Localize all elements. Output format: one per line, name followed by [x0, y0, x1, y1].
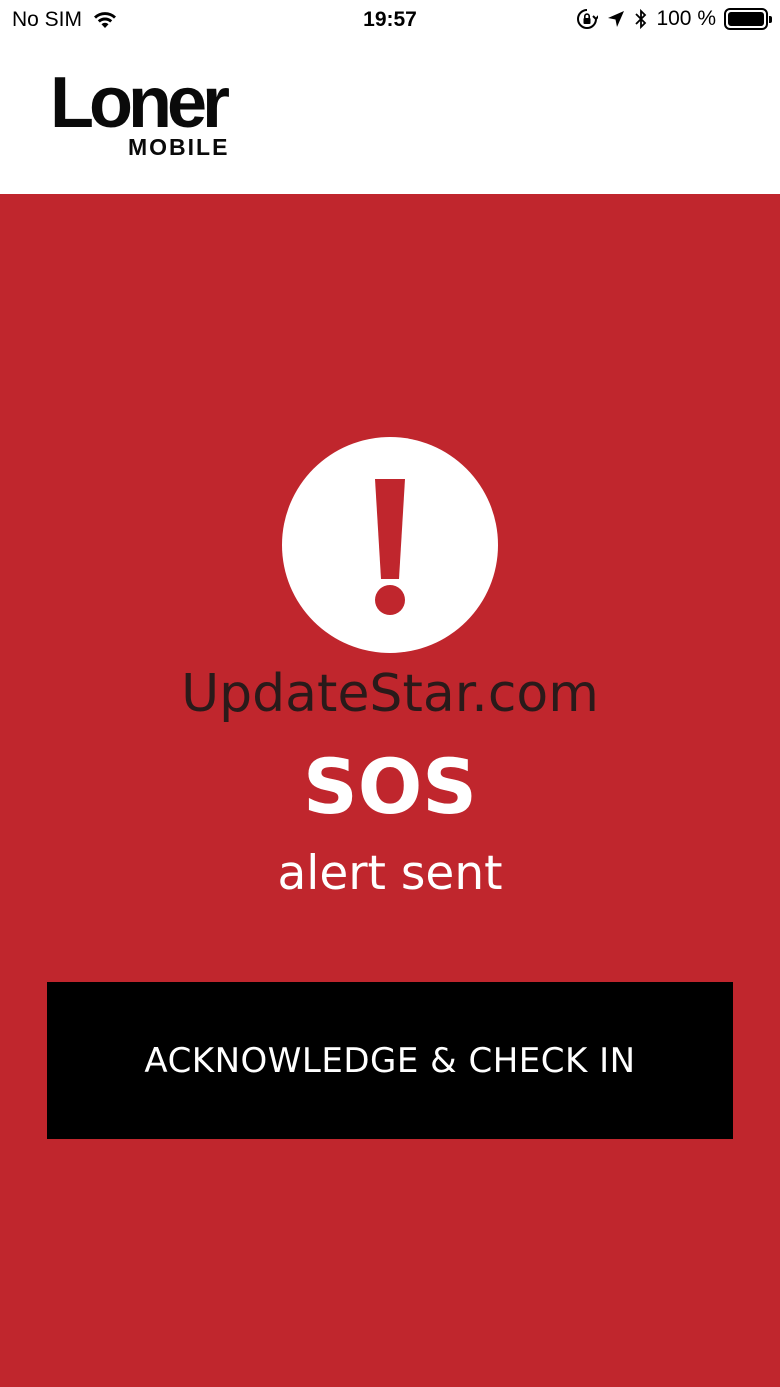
location-arrow-icon: [606, 9, 626, 29]
logo-main-text: Loner: [50, 63, 230, 143]
alert-panel: UpdateStar.com SOS alert sent ACKNOWLEDG…: [0, 194, 780, 1387]
acknowledge-check-in-button[interactable]: ACKNOWLEDGE & CHECK IN: [47, 982, 733, 1139]
battery-tip: [769, 16, 772, 23]
status-right: 100 %: [576, 7, 772, 31]
sos-title: SOS: [302, 742, 478, 831]
bluetooth-icon: [634, 8, 648, 30]
battery-icon: [724, 8, 772, 30]
watermark-text: UpdateStar.com: [181, 664, 599, 724]
app-header: Loner MOBILE: [0, 40, 780, 194]
sos-subtitle: alert sent: [277, 846, 503, 901]
status-bar: No SIM 19:57 100 %: [0, 0, 780, 40]
loner-mobile-logo: Loner MOBILE: [50, 63, 250, 160]
battery-percent: 100 %: [656, 7, 716, 30]
battery-fill: [728, 12, 764, 26]
orientation-lock-icon: [576, 8, 599, 30]
logo-sub-text: MOBILE: [128, 134, 230, 160]
exclamation-circle-icon: [282, 437, 498, 653]
sos-alert-screen: No SIM 19:57 100 % Loner MOBILE UpdateSt…: [0, 0, 780, 1387]
